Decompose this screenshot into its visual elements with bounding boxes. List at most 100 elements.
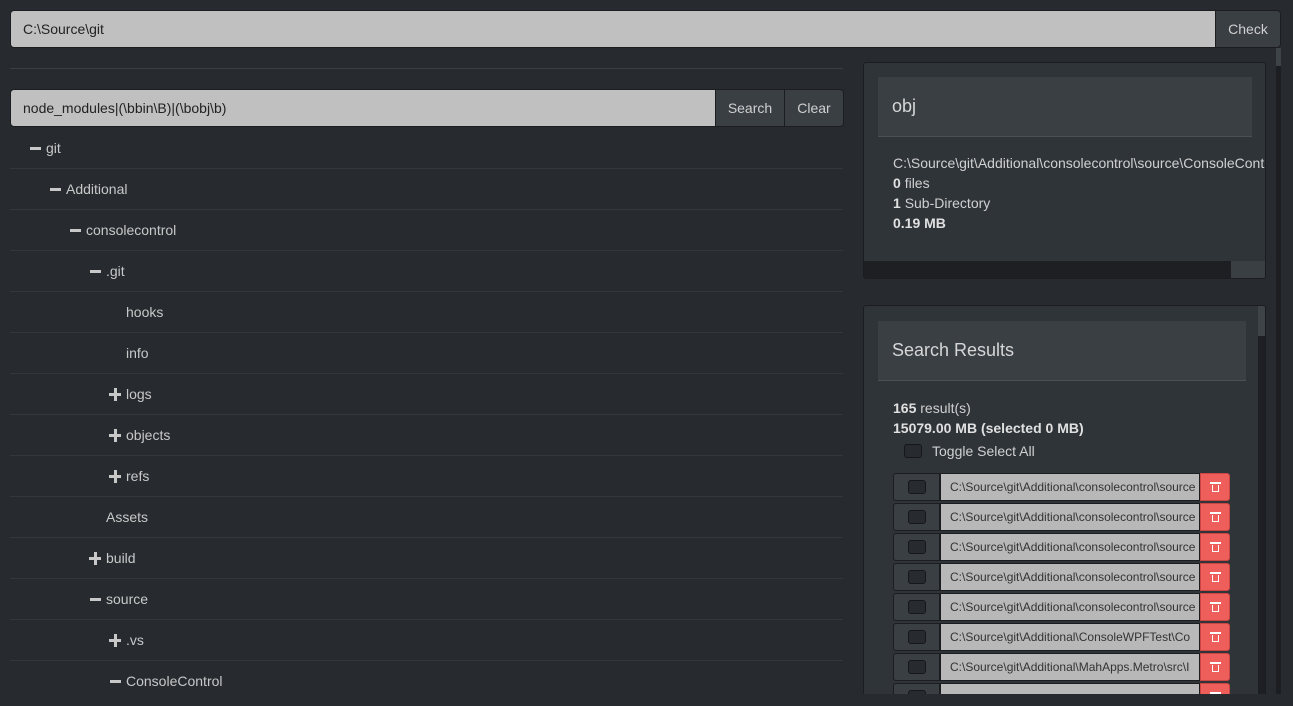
tree-node-label: info [126, 345, 149, 361]
result-checkbox[interactable] [893, 623, 940, 651]
filter-input[interactable] [10, 89, 716, 127]
results-count-label: result(s) [920, 400, 971, 416]
results-count-line: 165 result(s) [893, 398, 1084, 418]
result-path: C:\Source\git\Additional\consolecontrol\… [940, 563, 1200, 591]
delete-button[interactable] [1200, 533, 1230, 561]
size-value: 0.19 MB [893, 215, 946, 231]
tree-node[interactable]: hooks [10, 292, 843, 333]
tree-node[interactable]: Additional [10, 169, 843, 210]
checkbox-icon [907, 600, 926, 614]
expand-icon[interactable] [108, 428, 122, 442]
info-path: C:\Source\git\Additional\consolecontrol\… [893, 155, 1266, 171]
tree-node[interactable]: Assets [10, 497, 843, 538]
path-input[interactable] [10, 10, 1216, 48]
info-details: C:\Source\git\Additional\consolecontrol\… [893, 153, 1266, 233]
tree-node[interactable]: objects [10, 415, 843, 456]
tree-node-label: source [106, 591, 149, 607]
result-checkbox[interactable] [893, 563, 940, 591]
collapse-icon[interactable] [68, 229, 82, 232]
divider [10, 68, 843, 69]
delete-button[interactable] [1200, 503, 1230, 531]
tree-node[interactable]: build [10, 538, 843, 579]
trash-icon [1209, 572, 1221, 582]
expand-icon[interactable] [88, 551, 102, 565]
files-label: files [904, 175, 930, 191]
result-checkbox[interactable] [893, 503, 940, 531]
collapse-icon[interactable] [88, 270, 102, 273]
subdir-count: 1 [893, 195, 901, 211]
delete-button[interactable] [1200, 563, 1230, 591]
search-results-panel: Search Results 165 result(s) 15079.00 MB… [863, 305, 1266, 700]
result-path: C:\Source\git\Additional\MahApps.Metro\s… [940, 653, 1200, 681]
tree-node[interactable]: .vs [10, 620, 843, 661]
tree-node-label: git [46, 140, 61, 156]
subdir-label: Sub-Directory [904, 195, 991, 211]
result-checkbox[interactable] [893, 653, 940, 681]
tree-node-label: Additional [66, 181, 128, 197]
result-path: C:\Source\git\Additional\ConsoleWPFTest\… [940, 623, 1200, 651]
collapse-icon[interactable] [48, 188, 62, 191]
tree-node-label: objects [126, 427, 171, 443]
search-button[interactable]: Search [715, 89, 785, 127]
results-scrollbar-thumb[interactable] [1258, 306, 1265, 336]
tree-node-label: Assets [106, 509, 149, 525]
collapse-icon[interactable] [28, 147, 42, 150]
clear-button[interactable]: Clear [784, 89, 844, 127]
page-scrollbar[interactable] [1276, 48, 1281, 698]
result-row: C:\Source\git\Additional\consolecontrol\… [893, 473, 1233, 501]
expand-icon[interactable] [108, 633, 122, 647]
results-size: 15079.00 MB (selected 0 MB) [893, 420, 1084, 436]
result-checkbox[interactable] [893, 593, 940, 621]
files-count: 0 [893, 175, 901, 191]
tree-node-label: .vs [126, 632, 144, 648]
results-scrollbar[interactable] [1258, 306, 1265, 699]
checkbox-icon [907, 630, 926, 644]
tree-node[interactable]: consolecontrol [10, 210, 843, 251]
tree-node[interactable]: info [10, 333, 843, 374]
info-panel: obj C:\Source\git\Additional\consolecont… [863, 62, 1266, 279]
expand-icon[interactable] [108, 469, 122, 483]
delete-button[interactable] [1200, 473, 1230, 501]
info-horizontal-scrollbar[interactable] [864, 261, 1265, 278]
tree-node-label: .git [106, 263, 125, 279]
collapse-icon[interactable] [108, 680, 122, 683]
result-row: C:\Source\git\Additional\consolecontrol\… [893, 503, 1233, 531]
check-button[interactable]: Check [1215, 10, 1281, 48]
toggle-select-all[interactable]: Toggle Select All [904, 443, 1035, 459]
tree-node[interactable]: ConsoleControl [10, 661, 843, 694]
results-title: Search Results [878, 321, 1246, 381]
tree-node[interactable]: .git [10, 251, 843, 292]
trash-icon [1209, 662, 1221, 672]
tree-node[interactable]: logs [10, 374, 843, 415]
result-row: C:\Source\git\Additional\MahApps.Metro\s… [893, 653, 1233, 681]
info-scrollbar-thumb[interactable] [1231, 261, 1265, 278]
page-scrollbar-thumb[interactable] [1276, 48, 1281, 66]
result-row: C:\Source\git\Additional\consolecontrol\… [893, 593, 1233, 621]
results-summary: 165 result(s) 15079.00 MB (selected 0 MB… [893, 398, 1084, 438]
tree-node-label: refs [126, 468, 150, 484]
tree-node[interactable]: refs [10, 456, 843, 497]
collapse-icon[interactable] [88, 598, 102, 601]
delete-button[interactable] [1200, 653, 1230, 681]
delete-button[interactable] [1200, 593, 1230, 621]
results-count: 165 [893, 400, 917, 416]
select-all-checkbox[interactable] [904, 444, 922, 458]
checkbox-icon [907, 480, 926, 494]
result-path: C:\Source\git\Additional\consolecontrol\… [940, 593, 1200, 621]
tree-node-label: consolecontrol [86, 222, 177, 238]
tree-node-label: build [106, 550, 136, 566]
checkbox-icon [907, 570, 926, 584]
tree-node[interactable]: git [10, 128, 843, 169]
result-checkbox[interactable] [893, 533, 940, 561]
info-subdirs: 1 Sub-Directory [893, 193, 1265, 213]
toggle-select-all-label: Toggle Select All [932, 443, 1035, 459]
trash-icon [1209, 512, 1221, 522]
expand-icon[interactable] [108, 387, 122, 401]
delete-button[interactable] [1200, 623, 1230, 651]
bottom-edge [0, 694, 1293, 706]
info-size: 0.19 MB [893, 213, 1265, 233]
tree-node[interactable]: source [10, 579, 843, 620]
result-row: C:\Source\git\Additional\consolecontrol\… [893, 533, 1233, 561]
info-title: obj [878, 77, 1252, 137]
result-checkbox[interactable] [893, 473, 940, 501]
